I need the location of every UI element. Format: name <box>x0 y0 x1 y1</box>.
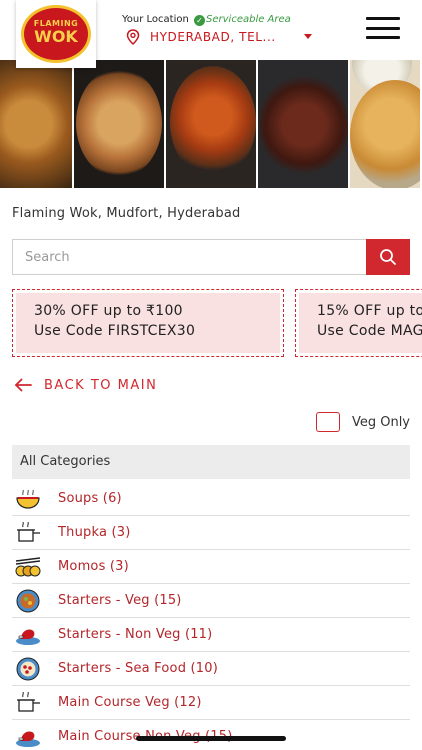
app-header: FLAMING WOK Your Location ✓ Serviceable A… <box>0 0 422 68</box>
cooking-pot-icon <box>14 521 42 545</box>
caret-down-icon <box>304 34 312 39</box>
logo-badge: FLAMING WOK <box>21 5 91 63</box>
location-label: Your Location <box>122 14 189 25</box>
back-label: BACK TO MAIN <box>44 377 158 393</box>
veg-only-checkbox[interactable] <box>315 412 340 432</box>
menu-line <box>366 17 400 20</box>
category-list: Soups (6) Thupka (3) Momos (3) Starters … <box>12 482 410 750</box>
search-icon <box>380 249 396 265</box>
location-pin-icon <box>126 29 140 45</box>
cooking-pot-icon <box>14 691 42 715</box>
category-item-main-course-veg[interactable]: Main Course Veg (12) <box>12 686 410 720</box>
category-item-soups[interactable]: Soups (6) <box>12 482 410 516</box>
banner-image-chicken <box>166 60 258 188</box>
banner-image-biryani <box>350 60 422 188</box>
seafood-plate-icon <box>14 657 42 681</box>
categories-header: All Categories <box>12 445 410 479</box>
logo-text-main: WOK <box>34 26 78 46</box>
category-item-thupka[interactable]: Thupka (3) <box>12 516 410 550</box>
category-label: Thupka (3) <box>58 525 131 540</box>
veg-only-label: Veg Only <box>351 414 410 430</box>
category-label: Soups (6) <box>58 491 122 506</box>
category-item-starters-veg[interactable]: Starters - Veg (15) <box>12 584 410 618</box>
restaurant-name: Flaming Wok, Mudfort, Hyderabad <box>12 206 241 221</box>
location-label-row: Your Location ✓ Serviceable Area <box>122 14 291 26</box>
menu-line <box>366 26 400 30</box>
chicken-leg-icon <box>14 725 42 749</box>
offers-carousel[interactable]: 30% OFF up to ₹100 Use Code FIRSTCEX30 1… <box>12 289 422 357</box>
serviceable-status: Serviceable Area <box>206 14 291 25</box>
offer-card[interactable]: 15% OFF up to Use Code MAG <box>295 289 422 357</box>
veg-plate-icon <box>14 589 42 613</box>
back-to-main-link[interactable]: BACK TO MAIN <box>14 376 157 394</box>
category-item-momos[interactable]: Momos (3) <box>12 550 410 584</box>
check-circle-icon: ✓ <box>194 15 206 26</box>
brand-logo[interactable]: FLAMING WOK <box>16 0 96 68</box>
category-item-starters-sea-food[interactable]: Starters - Sea Food (10) <box>12 652 410 686</box>
banner-image-noodles <box>74 60 166 188</box>
location-selector[interactable]: HYDERABAD, TEL... <box>126 28 312 46</box>
momos-icon <box>14 555 42 579</box>
chicken-leg-icon <box>14 623 42 647</box>
offer-code: Use Code FIRSTCEX30 <box>34 323 196 339</box>
search-input[interactable] <box>12 239 366 275</box>
category-item-main-course-non-veg[interactable]: Main Course Non Veg (15) <box>12 720 410 750</box>
offer-code: Use Code MAG <box>317 323 422 339</box>
menu-line <box>366 36 400 39</box>
banner-image-manchurian <box>258 60 350 188</box>
offer-card[interactable]: 30% OFF up to ₹100 Use Code FIRSTCEX30 <box>12 289 284 357</box>
category-label: Starters - Sea Food (10) <box>58 661 218 676</box>
category-label: Main Course Veg (12) <box>58 695 202 710</box>
location-value: HYDERABAD, TEL... <box>150 30 276 44</box>
search-button[interactable] <box>366 239 410 275</box>
arrow-left-icon <box>15 378 32 392</box>
hamburger-menu-button[interactable] <box>366 17 400 39</box>
search-bar <box>12 239 410 275</box>
veg-only-filter[interactable]: Veg Only <box>315 412 410 432</box>
category-item-starters-non-veg[interactable]: Starters - Non Veg (11) <box>12 618 410 652</box>
soup-bowl-icon <box>14 487 42 511</box>
banner-image-chickpeas <box>0 60 74 188</box>
category-label: Starters - Veg (15) <box>58 593 182 608</box>
offer-title: 30% OFF up to ₹100 <box>34 303 183 319</box>
home-indicator[interactable] <box>136 736 286 741</box>
category-label: Momos (3) <box>58 559 129 574</box>
offer-title: 15% OFF up to <box>317 303 422 319</box>
category-label: Starters - Non Veg (11) <box>58 627 213 642</box>
food-banner <box>0 60 422 188</box>
